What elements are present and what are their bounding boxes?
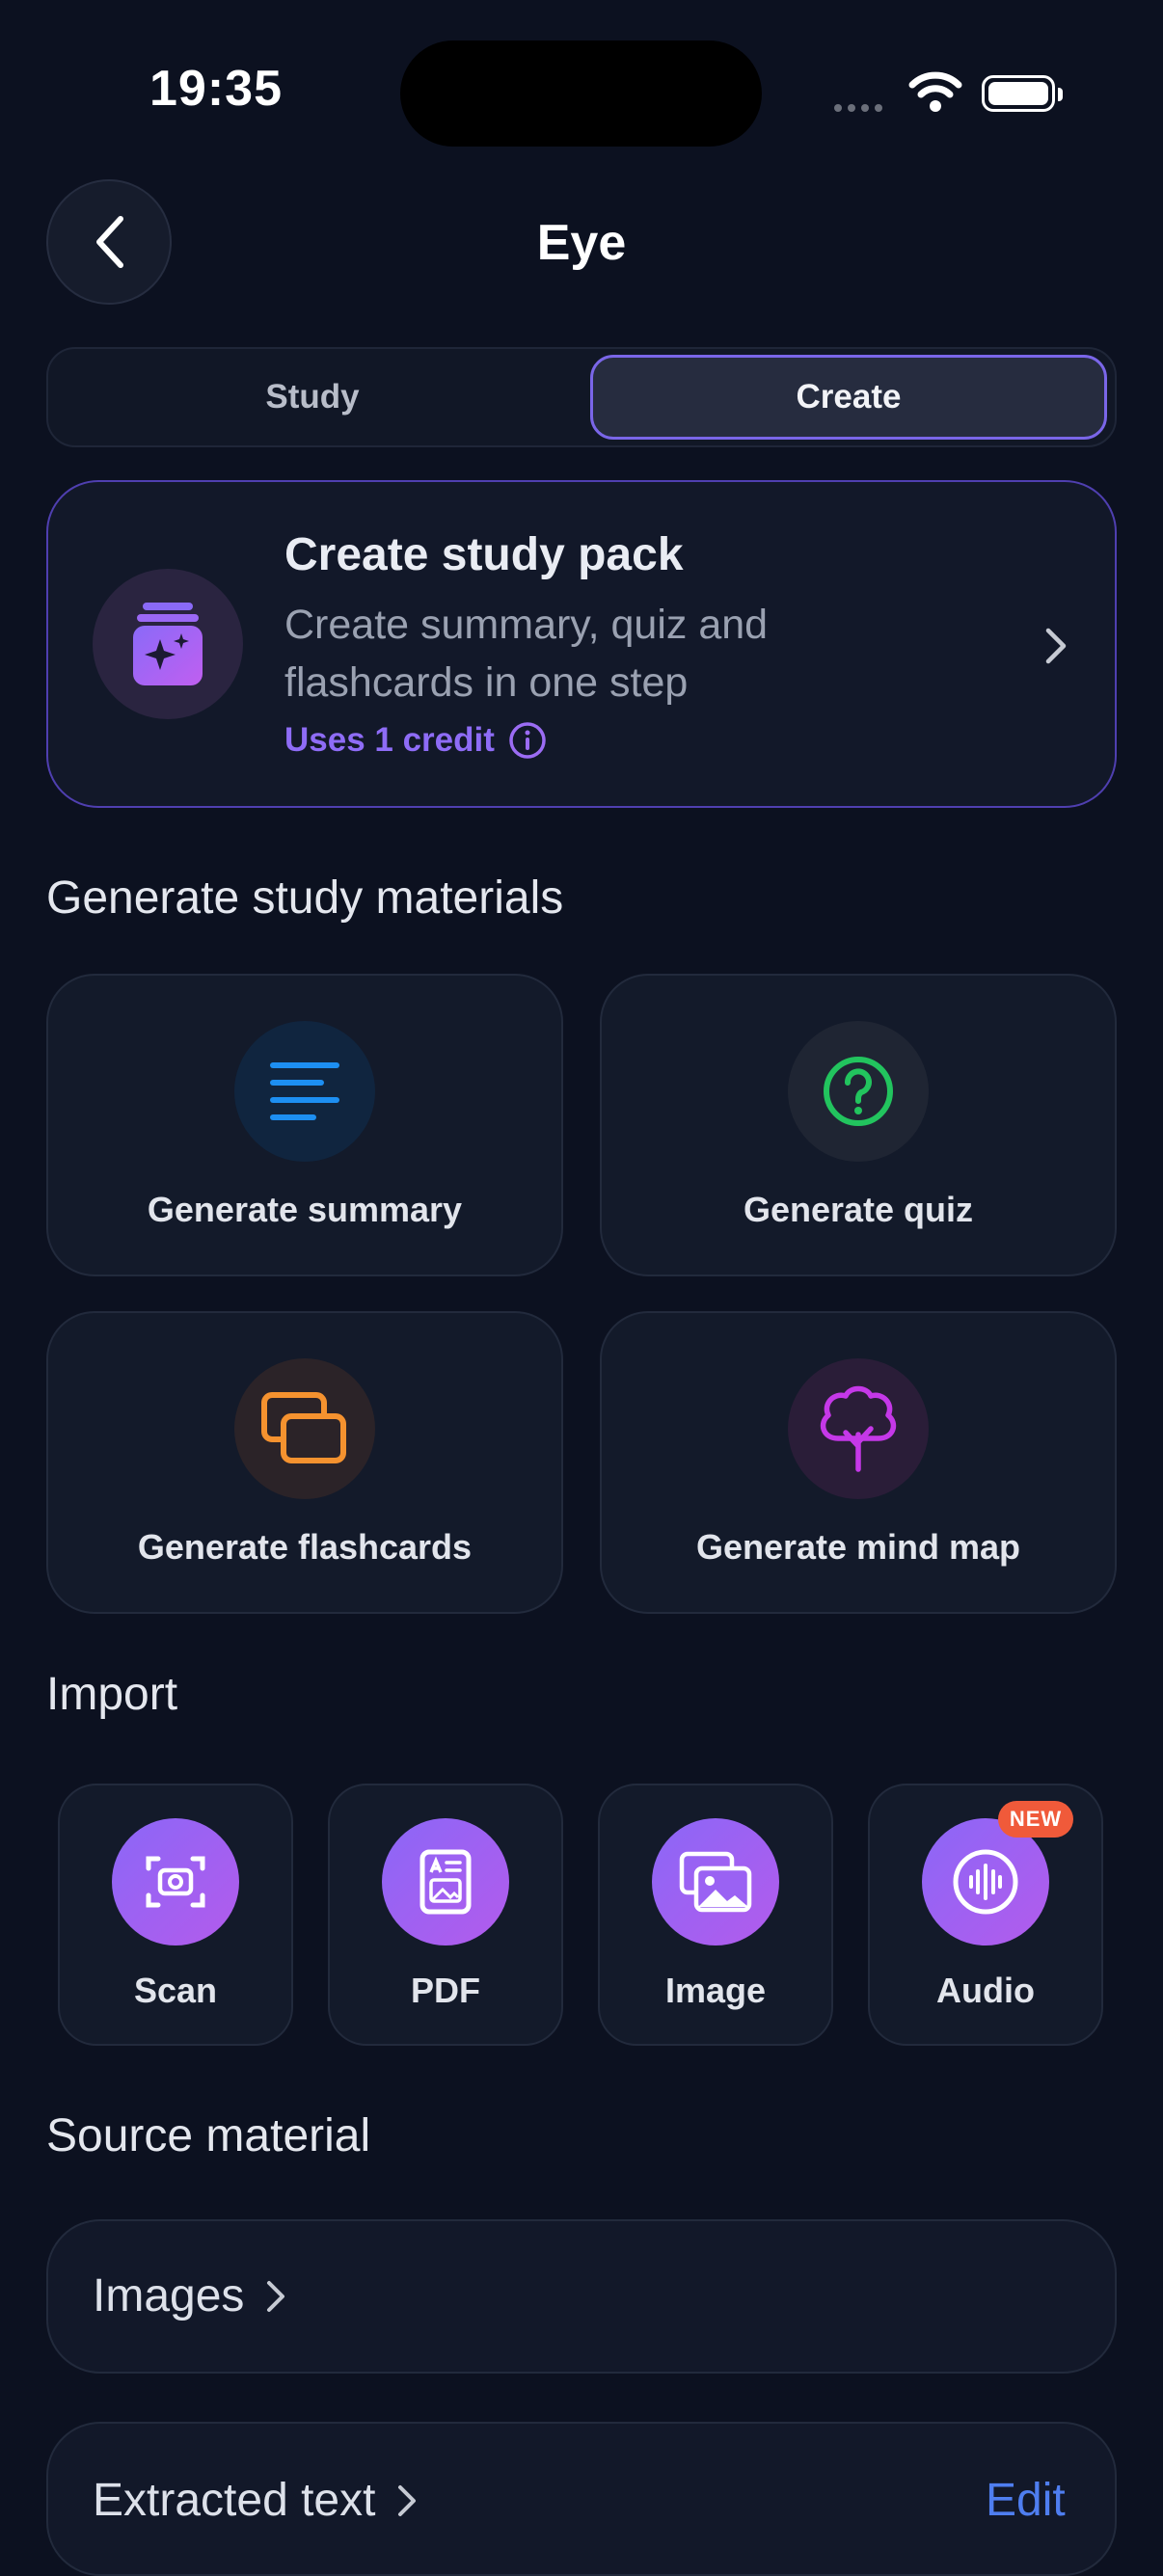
- images-icon: [652, 1818, 779, 1945]
- cellular-signal-icon: [834, 104, 882, 112]
- generate-mind-map-label: Generate mind map: [695, 1527, 1021, 1567]
- chevron-right-icon: [1045, 628, 1067, 664]
- chevron-right-icon: [267, 2280, 285, 2312]
- edit-link[interactable]: Edit: [986, 2474, 1066, 2527]
- summary-lines-icon: [234, 1021, 375, 1162]
- camera-scan-icon: [112, 1818, 239, 1945]
- tab-study[interactable]: Study: [54, 355, 571, 440]
- chevron-right-icon: [398, 2484, 417, 2516]
- import-scan-label: Scan: [133, 1971, 218, 2010]
- credit-label: Uses 1 credit: [284, 721, 495, 759]
- import-image-label: Image: [664, 1971, 767, 2010]
- study-pack-icon: [93, 569, 243, 719]
- generate-section-title: Generate study materials: [46, 872, 564, 924]
- new-badge: NEW: [998, 1801, 1073, 1838]
- tree-icon: [788, 1358, 929, 1499]
- import-pdf-label: PDF: [411, 1971, 480, 2010]
- generate-quiz-label: Generate quiz: [743, 1190, 974, 1229]
- study-pack-description: Create summary, quiz and flashcards in o…: [284, 602, 769, 706]
- status-time: 19:35: [149, 61, 283, 117]
- study-pack-title: Create study pack: [284, 529, 684, 580]
- cards-icon: [234, 1358, 375, 1499]
- question-circle-icon: [788, 1021, 929, 1162]
- source-section-title: Source material: [46, 2110, 371, 2161]
- battery-icon: [982, 75, 1063, 112]
- extracted-text-label: Extracted text: [93, 2475, 376, 2526]
- import-section-title: Import: [46, 1669, 178, 1720]
- extracted-text-label-group: Extracted text: [93, 2474, 418, 2527]
- wifi-icon: [908, 71, 962, 112]
- generate-summary-label: Generate summary: [147, 1190, 463, 1229]
- document-icon: [382, 1818, 509, 1945]
- study-pack-credit: Uses 1 credit: [284, 721, 547, 760]
- images-label: Images: [93, 2270, 245, 2321]
- images-row-label-group: Images: [93, 2269, 286, 2322]
- generate-flashcards-label: Generate flashcards: [137, 1527, 473, 1567]
- info-icon[interactable]: [508, 721, 547, 760]
- dynamic-island: [400, 40, 762, 147]
- page-title: Eye: [536, 215, 627, 271]
- import-audio-label: Audio: [936, 1971, 1035, 2010]
- tab-create[interactable]: Create: [590, 355, 1107, 440]
- mode-segmented-control: Study Create: [46, 347, 1117, 447]
